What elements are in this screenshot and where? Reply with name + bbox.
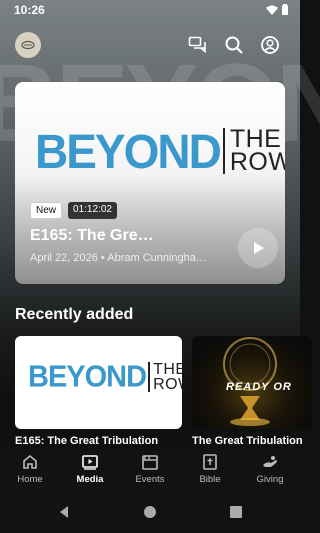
status-icons [266, 4, 288, 15]
wifi-icon [266, 5, 278, 15]
nav-label: Bible [199, 474, 221, 485]
section-title: Recently added [15, 306, 134, 323]
logo-row-text: ROW [153, 376, 182, 393]
events-icon [142, 455, 158, 470]
bottom-navigation: Home Media Events Bible Giving [0, 451, 300, 491]
thumbnail-overlay-text: READY OR [226, 381, 292, 393]
logo-row-text: ROW [229, 148, 285, 176]
hero-title: E165: The Gre… [30, 227, 154, 244]
avatar[interactable] [15, 32, 41, 58]
logo-beyond-text: BEYOND [35, 123, 222, 179]
media-card-title[interactable]: The Great Tribulation [192, 435, 303, 447]
logo-divider [222, 128, 225, 174]
recents-icon[interactable] [230, 506, 242, 518]
nav-label: Giving [256, 474, 284, 485]
nav-home[interactable]: Home [0, 453, 60, 485]
nav-label: Events [135, 474, 165, 485]
media-icon [82, 455, 98, 470]
nav-label: Home [17, 474, 43, 485]
hero-meta: April 22, 2026 • Abram Cunningha… [30, 252, 207, 264]
giving-icon [263, 456, 277, 467]
play-icon [254, 242, 264, 254]
logo-the-row: THE ROW [153, 361, 182, 393]
back-icon[interactable] [57, 505, 71, 519]
media-card-thumbnail[interactable]: READY OR [192, 336, 312, 429]
home-icon [23, 454, 37, 469]
logo-the-row: THE ROW [229, 127, 285, 176]
battery-icon [282, 4, 288, 15]
nav-events[interactable]: Events [120, 453, 180, 485]
status-bar: 10:26 [0, 0, 300, 20]
nav-bible[interactable]: Bible [180, 453, 240, 485]
account-icon[interactable] [259, 34, 281, 56]
featured-media-card[interactable]: BEYOND THE ROW New 01:12:02 E165: The Gr… [15, 82, 285, 284]
logo-divider [148, 362, 151, 392]
top-bar [0, 28, 300, 62]
beyond-the-row-logo: BEYOND THE ROW [28, 360, 182, 394]
nav-media[interactable]: Media [60, 453, 120, 485]
new-badge: New [30, 202, 63, 219]
system-navigation-bar [0, 491, 300, 533]
media-card-thumbnail[interactable]: BEYOND THE ROW [15, 336, 182, 429]
nav-giving[interactable]: Giving [240, 453, 300, 485]
logo-the-text: THE [153, 361, 182, 378]
media-card-title[interactable]: E165: The Great Tribulation [15, 435, 158, 447]
play-button[interactable] [238, 228, 278, 268]
duration-badge: 01:12:02 [68, 202, 117, 219]
home-circle-icon[interactable] [143, 505, 157, 519]
chat-icon[interactable] [187, 34, 209, 56]
logo-beyond-text: BEYOND [28, 360, 147, 394]
church-logo-icon [21, 40, 35, 50]
status-time: 10:26 [14, 3, 45, 17]
beyond-the-row-logo: BEYOND THE ROW [35, 123, 285, 179]
search-icon[interactable] [223, 34, 245, 56]
nav-label: Media [76, 474, 104, 485]
bible-icon [203, 454, 217, 470]
hero-badges: New 01:12:02 [30, 202, 117, 219]
